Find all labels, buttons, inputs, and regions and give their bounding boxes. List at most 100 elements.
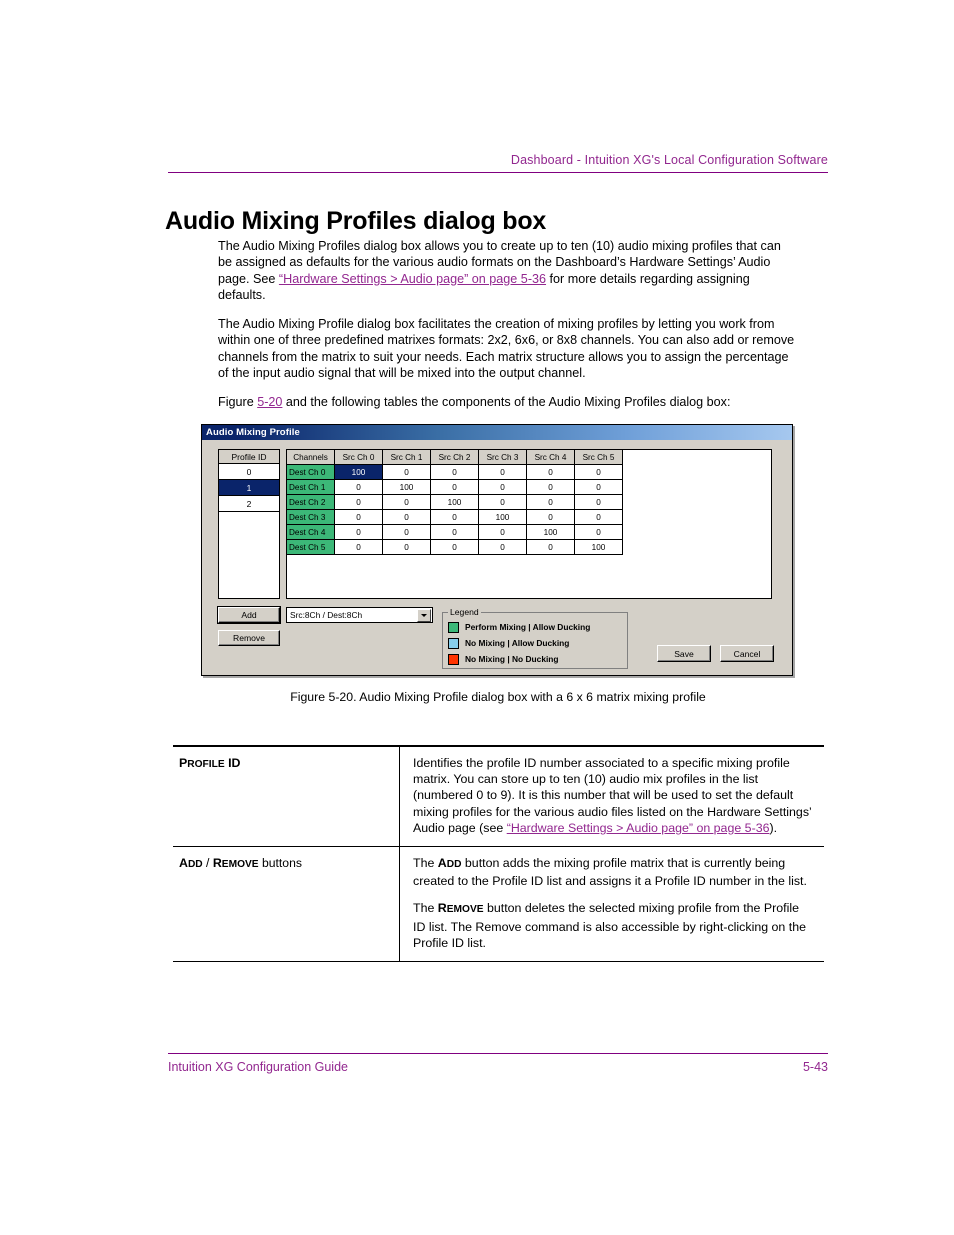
- legend-swatch-green: [448, 621, 459, 633]
- header-rule: [168, 172, 828, 173]
- figure-caption: Figure 5-20. Audio Mixing Profile dialog…: [290, 690, 706, 704]
- table-row: ADD / REMOVE buttons The ADD button adds…: [173, 846, 824, 963]
- audio-mixing-profile-dialog: Audio Mixing Profile Profile ID 0 1 2 Ch…: [201, 424, 793, 676]
- term-add-remove-buttons: ADD / REMOVE buttons: [173, 846, 400, 963]
- term-add-remove-label: ADD / REMOVE buttons: [179, 856, 302, 871]
- matrix-col-header-1: Src Ch 1: [382, 450, 431, 465]
- matrix-cell-1-0[interactable]: 0: [334, 479, 383, 495]
- paragraph-3: Figure 5-20 and the following tables the…: [218, 394, 796, 410]
- dialog-titlebar: Audio Mixing Profile: [202, 425, 792, 440]
- matrix-cell-5-4[interactable]: 0: [526, 539, 575, 555]
- paragraph-3-text-a: Figure: [218, 395, 258, 410]
- matrix-cell-2-3[interactable]: 0: [478, 494, 527, 510]
- table-row: PROFILE ID Identifies the profile ID num…: [173, 745, 824, 848]
- matrix-cell-3-2[interactable]: 0: [430, 509, 479, 525]
- matrix-header-row: Channels Src Ch 0 Src Ch 1 Src Ch 2 Src …: [287, 450, 623, 465]
- paragraph-3-text-b: and the following tables the components …: [282, 395, 731, 410]
- matrix-cell-2-2[interactable]: 100: [430, 494, 479, 510]
- matrix-cell-3-4[interactable]: 0: [526, 509, 575, 525]
- matrix-col-header-0: Src Ch 0: [334, 450, 383, 465]
- chevron-down-icon[interactable]: [417, 608, 431, 622]
- desc-profile-id-paragraph: Identifies the profile ID number associa…: [413, 755, 814, 836]
- matrix-corner-header: Channels: [287, 450, 335, 465]
- xref-figure-5-20[interactable]: 5-20: [257, 395, 282, 409]
- matrix-cell-0-5[interactable]: 0: [574, 464, 623, 480]
- matrix-cell-3-5[interactable]: 0: [574, 509, 623, 525]
- matrix-cell-0-0[interactable]: 100: [334, 464, 383, 480]
- matrix-cell-4-1[interactable]: 0: [382, 524, 431, 540]
- matrix-cell-5-2[interactable]: 0: [430, 539, 479, 555]
- paragraph-1: The Audio Mixing Profiles dialog box all…: [218, 238, 796, 303]
- profile-id-row-1[interactable]: 1: [219, 480, 279, 496]
- matrix-cell-0-3[interactable]: 0: [478, 464, 527, 480]
- legend-label-1: No Mixing | Allow Ducking: [465, 638, 570, 648]
- matrix-cell-0-2[interactable]: 0: [430, 464, 479, 480]
- matrix-cell-4-2[interactable]: 0: [430, 524, 479, 540]
- matrix-col-header-2: Src Ch 2: [430, 450, 479, 465]
- profile-id-list-header: Profile ID: [219, 450, 279, 464]
- legend-swatch-blue: [448, 637, 459, 649]
- matrix-cell-1-3[interactable]: 0: [478, 479, 527, 495]
- legend-label-2: No Mixing | No Ducking: [465, 654, 559, 664]
- save-button[interactable]: Save: [657, 645, 711, 662]
- xref-hardware-settings-audio-page[interactable]: “Hardware Settings > Audio page” on page…: [279, 272, 546, 286]
- matrix-row-header-2: Dest Ch 2: [287, 494, 335, 510]
- dialog-title-text: Audio Mixing Profile: [206, 427, 300, 438]
- matrix-cell-4-0[interactable]: 0: [334, 524, 383, 540]
- remove-button[interactable]: Remove: [218, 630, 280, 646]
- desc-profile-id-text-b: ).: [769, 820, 778, 835]
- matrix-cell-3-3[interactable]: 100: [478, 509, 527, 525]
- legend-item-perform-mixing: Perform Mixing | Allow Ducking: [448, 619, 590, 635]
- cancel-button[interactable]: Cancel: [720, 645, 774, 662]
- matrix-cell-1-1[interactable]: 100: [382, 479, 431, 495]
- table-row: Dest Ch 3 0 0 0 100 0 0: [287, 509, 623, 525]
- legend-label-0: Perform Mixing | Allow Ducking: [465, 622, 591, 632]
- table-row: Dest Ch 2 0 0 100 0 0 0: [287, 494, 623, 510]
- footer-rule: [168, 1053, 828, 1054]
- matrix-cell-2-4[interactable]: 0: [526, 494, 575, 510]
- matrix-cell-5-5[interactable]: 100: [574, 539, 623, 555]
- matrix-row-header-4: Dest Ch 4: [287, 524, 335, 540]
- matrix-format-select[interactable]: Src:8Ch / Dest:8Ch: [286, 607, 433, 623]
- add-button[interactable]: Add: [217, 606, 281, 624]
- matrix-cell-3-0[interactable]: 0: [334, 509, 383, 525]
- term-profile-id-label: PROFILE ID: [179, 756, 241, 770]
- matrix-cell-2-1[interactable]: 0: [382, 494, 431, 510]
- desc-add-remove-buttons: The ADD button adds the mixing profile m…: [399, 846, 824, 963]
- table-row: Dest Ch 5 0 0 0 0 0 100: [287, 539, 623, 555]
- legend-swatch-red: [448, 653, 459, 665]
- xref-hardware-settings-audio-page-2[interactable]: “Hardware Settings > Audio page” on page…: [507, 821, 770, 835]
- table-row: Dest Ch 4 0 0 0 0 100 0: [287, 524, 623, 540]
- legend-group: Legend Perform Mixing | Allow Ducking No…: [442, 607, 628, 669]
- profile-id-row-2[interactable]: 2: [219, 496, 279, 512]
- matrix-cell-4-4[interactable]: 100: [526, 524, 575, 540]
- matrix-cell-3-1[interactable]: 0: [382, 509, 431, 525]
- matrix-cell-5-1[interactable]: 0: [382, 539, 431, 555]
- matrix-cell-2-0[interactable]: 0: [334, 494, 383, 510]
- page-title: Audio Mixing Profiles dialog box: [165, 206, 547, 235]
- footer-page-number: 5-43: [802, 1060, 828, 1074]
- matrix-cell-0-4[interactable]: 0: [526, 464, 575, 480]
- profile-id-list[interactable]: Profile ID 0 1 2: [218, 449, 280, 599]
- legend-item-no-mixing-no-ducking: No Mixing | No Ducking: [448, 651, 590, 667]
- matrix-cell-1-2[interactable]: 0: [430, 479, 479, 495]
- legend-title: Legend: [448, 607, 481, 617]
- mixing-matrix-panel[interactable]: Channels Src Ch 0 Src Ch 1 Src Ch 2 Src …: [286, 449, 772, 599]
- matrix-row-header-3: Dest Ch 3: [287, 509, 335, 525]
- table-row: Dest Ch 1 0 100 0 0 0 0: [287, 479, 623, 495]
- document-page: Dashboard - Intuition XG's Local Configu…: [0, 0, 954, 1235]
- matrix-row-header-5: Dest Ch 5: [287, 539, 335, 555]
- matrix-cell-0-1[interactable]: 0: [382, 464, 431, 480]
- matrix-format-value: Src:8Ch / Dest:8Ch: [290, 610, 363, 620]
- matrix-row-header-0: Dest Ch 0: [287, 464, 335, 480]
- matrix-cell-2-5[interactable]: 0: [574, 494, 623, 510]
- matrix-cell-4-5[interactable]: 0: [574, 524, 623, 540]
- matrix-cell-1-4[interactable]: 0: [526, 479, 575, 495]
- paragraph-2: The Audio Mixing Profile dialog box faci…: [218, 317, 795, 381]
- matrix-cell-5-0[interactable]: 0: [334, 539, 383, 555]
- dialog-body: Profile ID 0 1 2 Channels Src Ch 0 Src C…: [202, 440, 792, 675]
- matrix-cell-4-3[interactable]: 0: [478, 524, 527, 540]
- profile-id-row-0[interactable]: 0: [219, 464, 279, 480]
- matrix-cell-5-3[interactable]: 0: [478, 539, 527, 555]
- matrix-cell-1-5[interactable]: 0: [574, 479, 623, 495]
